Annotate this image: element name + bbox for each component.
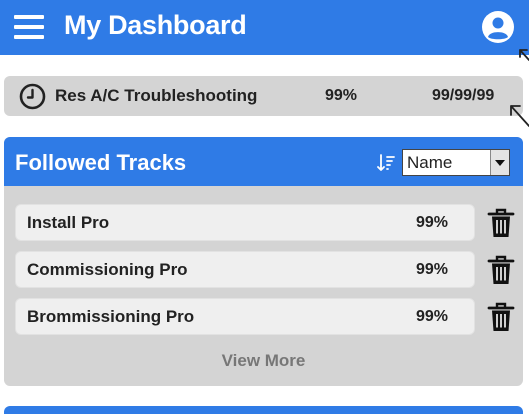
annotation-arrow-icon	[510, 105, 529, 127]
track-row[interactable]: Commissioning Pro 99%	[15, 251, 475, 288]
recent-track-title: Res A/C Troubleshooting	[55, 86, 258, 105]
app-header: My Dashboard	[0, 0, 529, 55]
track-progress: 99%	[416, 308, 449, 325]
track-row[interactable]: Brommissioning Pro 99%	[15, 298, 475, 335]
trash-icon[interactable]	[487, 255, 515, 285]
trash-icon[interactable]	[487, 208, 515, 238]
recent-track-card[interactable]: Res A/C Troubleshooting 99% 99/99/99	[4, 76, 523, 116]
track-row[interactable]: Install Pro 99%	[15, 204, 475, 241]
chevron-down-icon[interactable]	[490, 150, 509, 175]
track-name: Commissioning Pro	[27, 260, 188, 279]
sort-select[interactable]: Name	[402, 149, 510, 176]
user-account-icon[interactable]	[481, 10, 515, 44]
track-name: Brommissioning Pro	[27, 307, 195, 326]
hamburger-menu-icon[interactable]	[14, 14, 44, 40]
track-progress: 99%	[416, 261, 449, 278]
sort-select-value: Name	[407, 153, 453, 172]
view-more-link[interactable]: View More	[4, 350, 523, 372]
track-progress: 99%	[416, 214, 449, 231]
sort-icon[interactable]	[377, 154, 395, 172]
annotation-arrow-icon	[519, 49, 529, 61]
page-title: My Dashboard	[64, 10, 247, 40]
followed-tracks-panel: Followed Tracks Name Install Pro 99% Com…	[4, 137, 523, 386]
followed-tracks-title: Followed Tracks	[15, 150, 187, 175]
track-name: Install Pro	[27, 213, 110, 232]
followed-tracks-header: Followed Tracks Name	[4, 137, 523, 186]
recent-track-date: 99/99/99	[432, 87, 495, 104]
dashboard-page: My Dashboard Res A/C Troubleshooting 99%…	[0, 0, 529, 414]
clock-icon	[19, 83, 46, 110]
next-section-header	[4, 406, 523, 414]
recent-track-progress: 99%	[325, 87, 358, 104]
trash-icon[interactable]	[487, 302, 515, 332]
